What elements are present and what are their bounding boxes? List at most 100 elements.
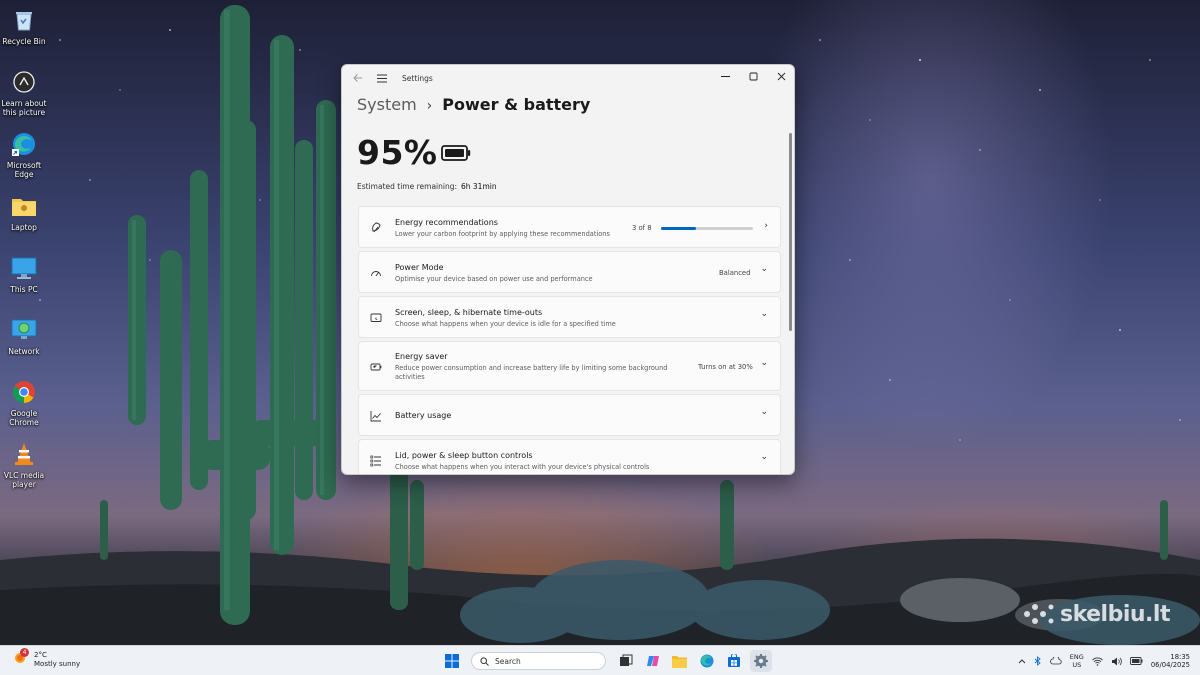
- breadcrumb: System › Power & battery: [357, 95, 590, 114]
- chevron-down-icon: ⌄: [760, 264, 768, 274]
- weather-widget[interactable]: 4 2°C Mostly sunny: [12, 648, 80, 670]
- minimize-button[interactable]: [711, 67, 739, 85]
- back-arrow-icon[interactable]: [348, 69, 368, 87]
- desktop-icon-network[interactable]: Network: [0, 312, 48, 374]
- card-energy-recommendations[interactable]: Energy recommendations Lower your carbon…: [358, 206, 781, 248]
- search-placeholder: Search: [495, 656, 521, 666]
- language-indicator[interactable]: ENG US: [1070, 653, 1084, 669]
- desktop-icon-label: Recycle Bin: [2, 37, 46, 46]
- card-subtitle: Optimise your device based on power use …: [395, 275, 593, 283]
- chevron-down-icon: ⌄: [760, 407, 768, 417]
- desktop-icon-label: Microsoft Edge: [6, 161, 42, 179]
- desktop-icon-label: Google Chrome: [9, 409, 39, 427]
- edge-icon: [700, 654, 713, 668]
- camera-info-icon: [10, 68, 38, 96]
- store-icon: [727, 654, 740, 667]
- notification-badge: 4: [20, 648, 29, 657]
- clock[interactable]: 18:35 06/04/2025: [1151, 653, 1190, 670]
- desktop-icon-google-chrome[interactable]: Google Chrome: [0, 374, 48, 436]
- desktop-icon-microsoft-edge[interactable]: Microsoft Edge: [0, 126, 48, 188]
- power-mode-dropdown[interactable]: Balanced: [719, 269, 750, 277]
- edge-icon: [10, 130, 38, 158]
- monitor-icon: [10, 254, 38, 282]
- card-title: Power Mode: [395, 263, 444, 272]
- taskbar-search-box[interactable]: Search: [471, 652, 606, 670]
- card-battery-usage[interactable]: Battery usage ⌄: [358, 394, 781, 436]
- chevron-down-icon: ⌄: [760, 309, 768, 319]
- card-subtitle: Reduce power consumption and increase ba…: [395, 364, 668, 381]
- start-button[interactable]: [441, 650, 463, 672]
- dots-logo-icon: [1024, 604, 1054, 624]
- desktop-icons: Recycle Bin Learn about this picture Mic…: [0, 2, 48, 498]
- cloud-icon[interactable]: [1049, 657, 1062, 665]
- close-button[interactable]: [767, 67, 794, 85]
- card-power-mode[interactable]: Power Mode Optimise your device based on…: [358, 251, 781, 293]
- gear-icon: [753, 654, 768, 668]
- card-energy-saver[interactable]: Energy saver Reduce power consumption an…: [358, 341, 781, 391]
- desktop-icon-laptop[interactable]: Laptop: [0, 188, 48, 250]
- battery-percentage: 95%: [357, 133, 438, 172]
- breadcrumb-system-link[interactable]: System: [357, 95, 417, 114]
- wifi-icon[interactable]: [1091, 656, 1103, 666]
- task-view-icon: [619, 654, 632, 666]
- clock-time: 18:35: [1170, 652, 1190, 661]
- maximize-button[interactable]: [739, 67, 767, 85]
- battery-icon: [441, 145, 471, 165]
- desktop-icon-vlc[interactable]: VLC media player: [0, 436, 48, 498]
- card-title: Screen, sleep, & hibernate time-outs: [395, 308, 543, 317]
- desktop-icon-label: Learn about this picture: [1, 99, 47, 117]
- clock-date: 06/04/2025: [1150, 661, 1190, 669]
- edge-taskbar-button[interactable]: [696, 650, 718, 672]
- estimated-time-label: Estimated time remaining:: [357, 182, 457, 191]
- battery-tray-icon[interactable]: [1129, 657, 1143, 665]
- card-subtitle: Choose what happens when your device is …: [395, 320, 616, 328]
- file-explorer-button[interactable]: [669, 650, 691, 672]
- chevron-down-icon: ⌄: [760, 452, 768, 462]
- copilot-button[interactable]: [642, 650, 664, 672]
- taskbar-apps: Search: [438, 650, 774, 672]
- weather-temp: 2°C: [34, 651, 47, 659]
- recommendations-count: 3 of 8: [632, 224, 652, 232]
- store-button[interactable]: [723, 650, 745, 672]
- weather-icon-wrap: 4: [12, 648, 29, 670]
- task-view-button[interactable]: [615, 650, 637, 672]
- estimated-time: Estimated time remaining: 6h 31min: [357, 182, 497, 191]
- hamburger-menu-icon[interactable]: [372, 69, 392, 87]
- card-subtitle: Choose what happens when you interact wi…: [395, 463, 650, 471]
- screen-sleep-icon: [369, 311, 383, 325]
- search-icon: [480, 656, 489, 666]
- settings-taskbar-button[interactable]: [749, 650, 772, 672]
- estimated-time-value: 6h 31min: [461, 182, 497, 191]
- chevron-down-icon: ⌄: [760, 358, 768, 368]
- scrollbar[interactable]: [789, 133, 792, 331]
- card-title: Energy recommendations: [395, 218, 498, 227]
- bluetooth-icon[interactable]: [1034, 656, 1042, 666]
- chevron-right-icon: ›: [764, 221, 768, 231]
- chevron-up-icon[interactable]: [1018, 658, 1026, 664]
- settings-window: Settings System › Power & battery 95% Es…: [341, 64, 795, 475]
- desktop-icon-learn-about-picture[interactable]: Learn about this picture: [0, 64, 48, 126]
- chrome-icon: [10, 378, 38, 406]
- taskbar: 4 2°C Mostly sunny Search ENG US 18:35 0…: [0, 645, 1200, 675]
- desktop-icon-label: This PC: [10, 285, 38, 294]
- energy-saver-threshold: Turns on at 30%: [698, 363, 753, 371]
- desktop-icon-this-pc[interactable]: This PC: [0, 250, 48, 312]
- progress-fill: [661, 227, 696, 230]
- card-title: Energy saver: [395, 352, 448, 361]
- weather-desc: Mostly sunny: [34, 660, 81, 668]
- title-bar[interactable]: Settings: [342, 65, 794, 91]
- watermark-text: skelbiu.lt: [1060, 601, 1170, 627]
- folder-icon: [672, 655, 687, 668]
- card-screen-sleep-timeouts[interactable]: Screen, sleep, & hibernate time-outs Cho…: [358, 296, 781, 338]
- windows-logo-icon: [444, 654, 459, 668]
- weather-text: 2°C Mostly sunny: [34, 651, 80, 669]
- volume-icon[interactable]: [1111, 657, 1122, 666]
- network-icon: [10, 316, 38, 344]
- lang-bottom: US: [1072, 661, 1082, 669]
- energy-saver-icon: [369, 360, 383, 374]
- card-title: Lid, power & sleep button controls: [395, 451, 533, 460]
- card-lid-power-sleep-controls[interactable]: Lid, power & sleep button controls Choos…: [358, 439, 781, 474]
- page-title: Power & battery: [442, 95, 591, 114]
- desktop-icon-recycle-bin[interactable]: Recycle Bin: [0, 2, 48, 64]
- window-title: Settings: [402, 74, 433, 83]
